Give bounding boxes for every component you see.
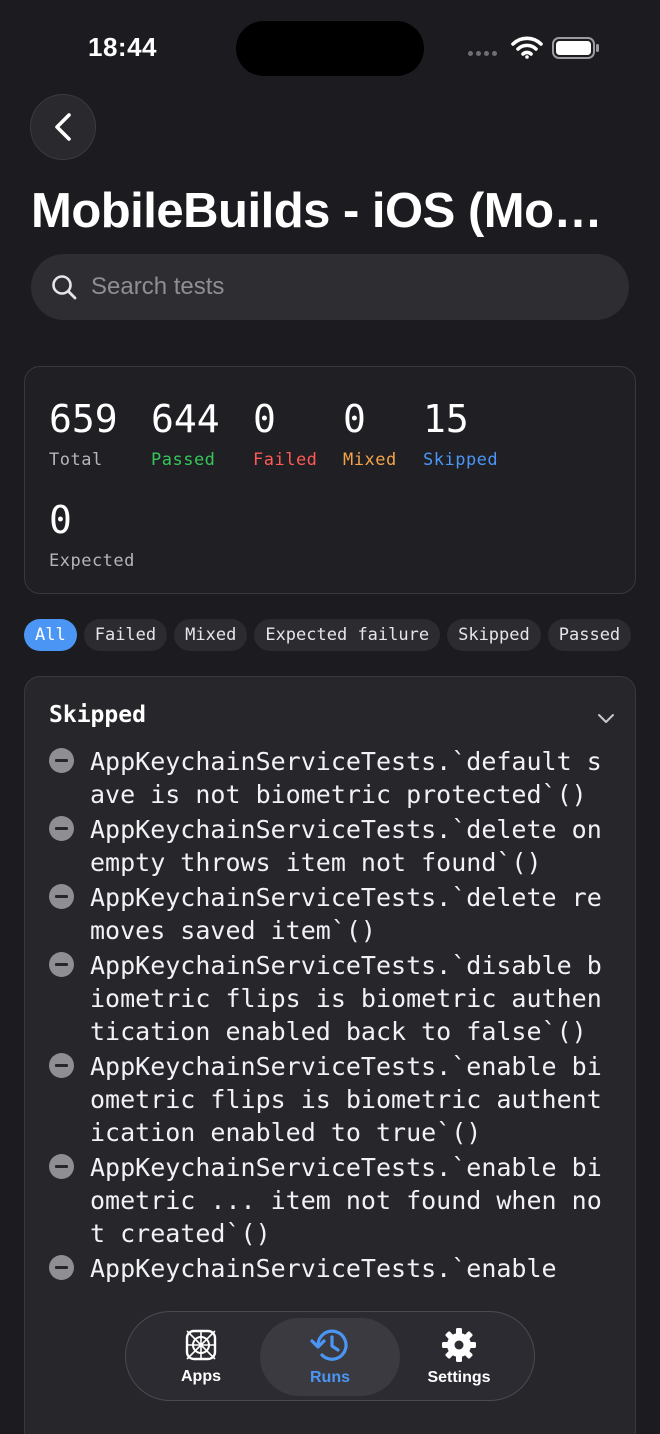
stat-mixed: 0 Mixed [343,397,397,472]
stat-value: 0 [49,498,72,542]
stat-label: Expected [49,551,135,571]
tab-settings[interactable]: Settings [400,1312,518,1402]
screen: 18:44 MobileBuilds - iOS (MobileBuilds) … [0,0,660,1434]
skipped-icon [49,1255,74,1280]
tab-bar: Apps Runs Settings [125,1311,535,1401]
chevron-down-icon[interactable] [597,713,615,725]
filter-chip-mixed[interactable]: Mixed [174,619,248,651]
chevron-left-icon [55,113,71,141]
filter-chip-skipped[interactable]: Skipped [447,619,541,651]
stat-total: 659 Total [49,397,118,472]
test-name: AppKeychainServiceTests.`delete on empty… [90,815,602,877]
stat-value: 644 [151,397,220,441]
test-name: AppKeychainServiceTests.`delete removes … [90,883,602,945]
filter-chip-passed[interactable]: Passed [547,619,632,651]
stat-label: Passed [151,450,216,470]
stat-failed: 0 Failed [253,397,317,472]
wifi-icon [511,36,543,59]
filter-chip-failed[interactable]: Failed [83,619,168,651]
stat-passed: 644 Passed [151,397,220,472]
filter-chips: All Failed Mixed Expected failure Skipped Pas… [24,619,636,651]
stat-value: 15 [423,397,469,441]
tab-label: Apps [181,1368,221,1385]
back-button[interactable] [30,94,96,160]
skipped-icon [49,952,74,977]
stat-label: Mixed [343,450,397,470]
cellular-signal-icon [468,51,497,56]
list-item[interactable]: AppKeychainServiceTests.`delete on empty… [49,813,619,879]
gear-icon [442,1328,476,1362]
section-title: Skipped [49,702,146,728]
dynamic-island [236,21,424,76]
skipped-icon [49,1053,74,1078]
status-time: 18:44 [88,32,157,62]
test-name: AppKeychainServiceTests.`enable biometri… [90,1153,602,1248]
test-name: AppKeychainServiceTests.`default save is… [90,747,602,809]
skipped-icon [49,748,74,773]
test-name: AppKeychainServiceTests.`enable biometri… [90,1052,602,1147]
tab-runs[interactable]: Runs [260,1318,400,1396]
test-list: AppKeychainServiceTests.`default save is… [49,745,619,1287]
search-icon [51,274,77,300]
list-item[interactable]: AppKeychainServiceTests.`enable biometri… [49,1050,619,1149]
runs-history-icon [310,1329,348,1361]
stat-value: 0 [253,397,276,441]
list-item[interactable]: AppKeychainServiceTests.`enable biometri… [49,1151,619,1250]
apps-icon [185,1329,217,1361]
stat-skipped: 15 Skipped [423,397,498,472]
skipped-icon [49,816,74,841]
list-item[interactable]: AppKeychainServiceTests.`disable biometr… [49,949,619,1048]
filter-chip-expected-failure[interactable]: Expected failure [254,619,441,651]
stat-label: Skipped [423,450,499,470]
stat-value: 0 [343,397,366,441]
skipped-icon [49,884,74,909]
stat-label: Failed [253,450,318,470]
tab-label: Settings [427,1369,491,1386]
search-input[interactable] [91,273,571,301]
list-item[interactable]: AppKeychainServiceTests.`enable [49,1252,619,1285]
search-bar[interactable] [31,254,629,320]
filter-chip-all[interactable]: All [24,619,77,651]
page-title: MobileBuilds - iOS (MobileBuilds) [31,184,631,238]
tab-apps[interactable]: Apps [144,1312,258,1402]
test-name: AppKeychainServiceTests.`disable biometr… [90,951,602,1046]
tab-label: Runs [310,1369,350,1386]
stat-label: Total [49,450,103,470]
list-item[interactable]: AppKeychainServiceTests.`delete removes … [49,881,619,947]
list-item[interactable]: AppKeychainServiceTests.`default save is… [49,745,619,811]
test-name: AppKeychainServiceTests.`enable [90,1254,557,1283]
stat-expected: 0 Expected [49,498,135,573]
stat-value: 659 [49,397,118,441]
summary-card: 659 Total 644 Passed 0 Failed 0 Mixed 15… [24,366,636,594]
skipped-icon [49,1154,74,1179]
battery-icon [552,37,599,59]
